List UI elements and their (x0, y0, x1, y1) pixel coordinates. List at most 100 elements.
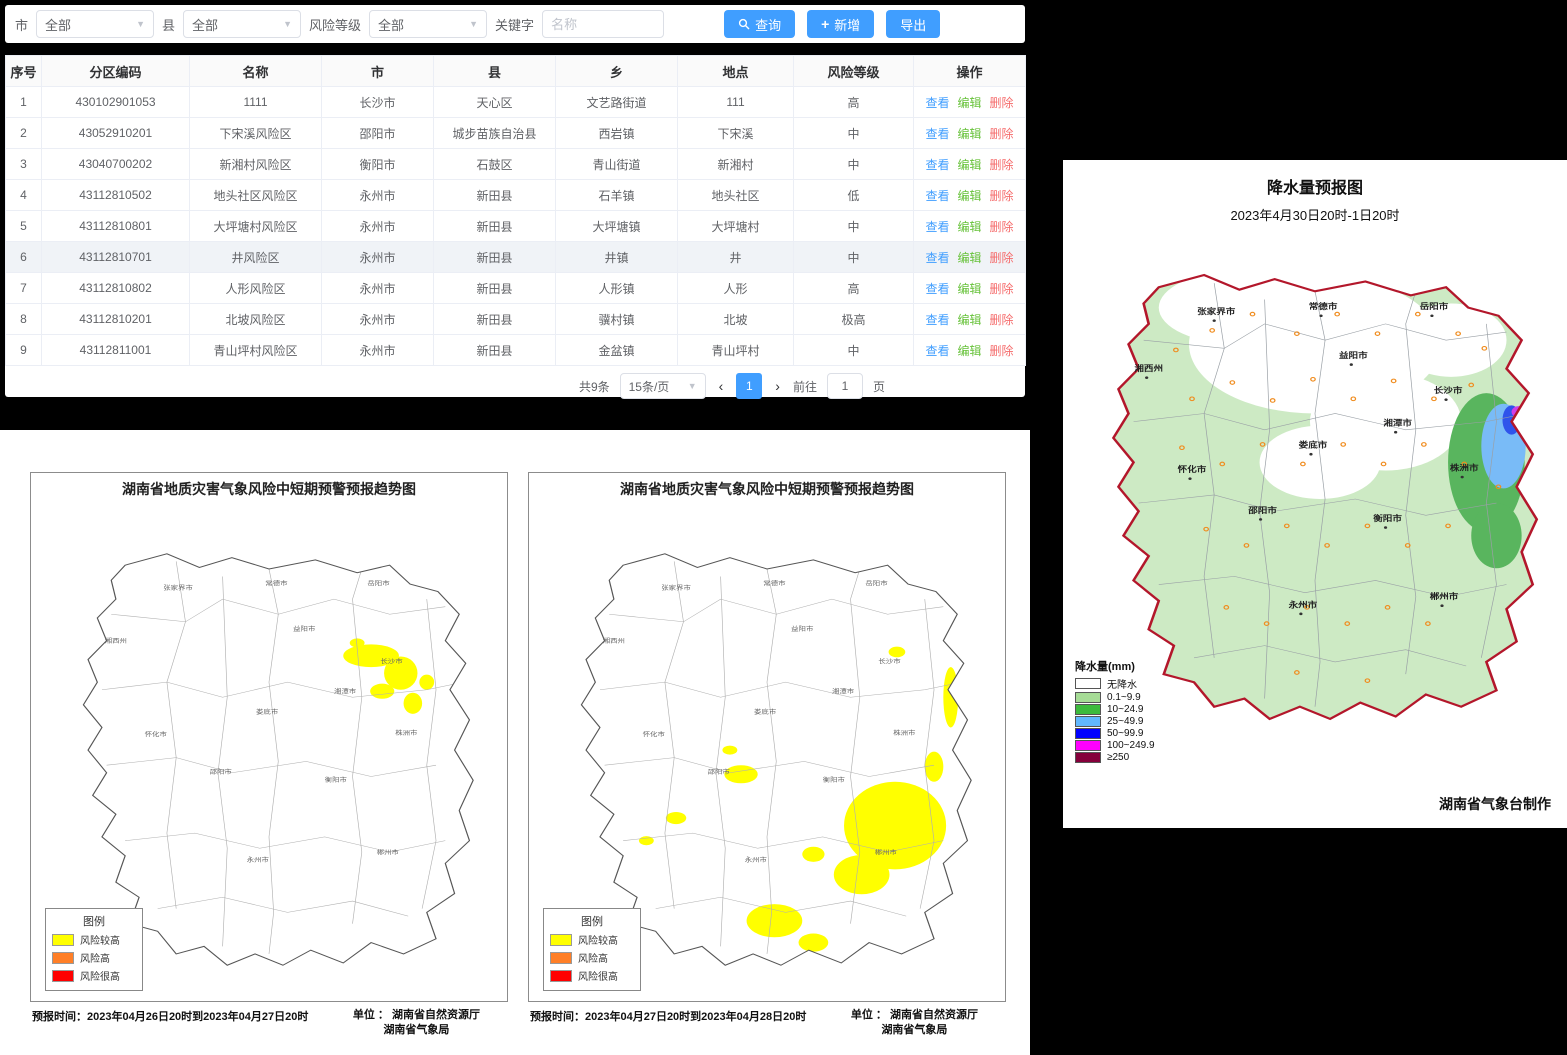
table-cell: 西岩镇 (556, 118, 678, 149)
table-cell: 6 (6, 242, 42, 273)
legend-swatch (1075, 740, 1101, 751)
delete-link[interactable]: 删除 (990, 158, 1014, 172)
legend-label: ≥250 (1107, 752, 1129, 763)
table-cell: 430102901053 (42, 87, 190, 118)
delete-link[interactable]: 删除 (990, 344, 1014, 358)
view-link[interactable]: 查看 (925, 96, 949, 110)
page-number-1[interactable]: 1 (736, 373, 762, 399)
edit-link[interactable]: 编辑 (957, 282, 981, 296)
city-label: 永州市 (1287, 599, 1317, 609)
legend-label: 50~99.9 (1107, 728, 1143, 739)
view-link[interactable]: 查看 (925, 189, 949, 203)
view-link[interactable]: 查看 (925, 344, 949, 358)
view-link[interactable]: 查看 (925, 282, 949, 296)
delete-link[interactable]: 删除 (990, 189, 1014, 203)
city-label: 湘西州 (1134, 363, 1163, 373)
goto-page-input[interactable] (827, 373, 863, 399)
edit-link[interactable]: 编辑 (957, 189, 981, 203)
trend-map-column-1: 湖南省地质灾害气象风险中短期预警预报趋势图 张家界市常德市岳阳市湘西州益阳市长沙… (30, 472, 508, 1038)
legend-swatch (550, 952, 572, 964)
city-filter-label: 市 (15, 15, 28, 34)
table-cell: 永州市 (322, 211, 434, 242)
view-link[interactable]: 查看 (925, 127, 949, 141)
prev-page-button[interactable]: ‹ (716, 378, 727, 394)
edit-link[interactable]: 编辑 (957, 158, 981, 172)
table-cell: 金盆镇 (556, 335, 678, 366)
table-cell: 1111 (190, 87, 322, 118)
table-row: 643112810701井风险区永州市新田县井镇井中查看编辑删除 (6, 242, 1026, 273)
chevron-down-icon: ▼ (283, 19, 292, 29)
edit-link[interactable]: 编辑 (957, 96, 981, 110)
table-row: 14301029010531111长沙市天心区文艺路街道111高查看编辑删除 (6, 87, 1026, 118)
row-actions: 查看编辑删除 (914, 180, 1026, 211)
add-button[interactable]: + 新增 (807, 10, 874, 38)
table-cell: 43112810201 (42, 304, 190, 335)
edit-link[interactable]: 编辑 (957, 313, 981, 327)
row-actions: 查看编辑删除 (914, 149, 1026, 180)
export-button[interactable]: 导出 (886, 10, 940, 38)
edit-link[interactable]: 编辑 (957, 127, 981, 141)
edit-link[interactable]: 编辑 (957, 344, 981, 358)
precip-legend: 降水量(mm) 无降水0.1~9.910~24.925~49.950~99.91… (1075, 658, 1155, 764)
city-label: 株洲市 (893, 729, 915, 737)
search-icon (738, 18, 750, 30)
delete-link[interactable]: 删除 (990, 96, 1014, 110)
legend-item: 风险较高 (52, 932, 136, 947)
legend-label: 25~49.9 (1107, 716, 1143, 727)
legend-item: ≥250 (1075, 752, 1155, 763)
trend-map-column-2: 湖南省地质灾害气象风险中短期预警预报趋势图 张家界市常德市岳阳市湘西州益阳市长沙… (528, 472, 1006, 1038)
table-cell: 大坪塘镇 (556, 211, 678, 242)
delete-link[interactable]: 删除 (990, 313, 1014, 327)
legend-swatch (1075, 704, 1101, 715)
legend-swatch (550, 970, 572, 982)
city-label: 永州市 (247, 856, 269, 864)
legend-label: 0.1~9.9 (1107, 692, 1141, 703)
county-filter-label: 县 (162, 15, 175, 34)
risk-level-select[interactable]: 全部 ▼ (369, 10, 487, 38)
table-cell: 人形镇 (556, 273, 678, 304)
table-cell: 下宋溪风险区 (190, 118, 322, 149)
edit-link[interactable]: 编辑 (957, 220, 981, 234)
table-cell: 地头社区 (678, 180, 794, 211)
trend-map-box-2: 湖南省地质灾害气象风险中短期预警预报趋势图 张家界市常德市岳阳市湘西州益阳市长沙… (528, 472, 1006, 1002)
precip-map-title: 降水量预报图 (1063, 160, 1567, 198)
city-label: 湘潭市 (1383, 418, 1412, 428)
city-select-value: 全部 (45, 15, 71, 34)
legend-item: 风险很高 (52, 968, 136, 983)
keyword-input[interactable] (542, 10, 664, 38)
delete-link[interactable]: 删除 (990, 251, 1014, 265)
view-link[interactable]: 查看 (925, 313, 949, 327)
table-cell: 中 (794, 149, 914, 180)
edit-link[interactable]: 编辑 (957, 251, 981, 265)
delete-link[interactable]: 删除 (990, 127, 1014, 141)
table-row: 943112811001青山坪村风险区永州市新田县金盆镇青山坪村中查看编辑删除 (6, 335, 1026, 366)
city-label: 张家界市 (1197, 306, 1236, 316)
table-cell: 新湘村 (678, 149, 794, 180)
page-size-select[interactable]: 15条/页 ▼ (620, 373, 706, 399)
total-count: 共9条 (579, 378, 610, 395)
next-page-button[interactable]: › (772, 378, 783, 394)
city-label: 湘潭市 (832, 687, 854, 695)
view-link[interactable]: 查看 (925, 220, 949, 234)
table-cell: 大坪塘村 (678, 211, 794, 242)
column-header: 市 (322, 56, 434, 87)
table-cell: 新湘村风险区 (190, 149, 322, 180)
view-link[interactable]: 查看 (925, 251, 949, 265)
county-select[interactable]: 全部 ▼ (183, 10, 301, 38)
search-button[interactable]: 查询 (724, 10, 795, 38)
column-header: 风险等级 (794, 56, 914, 87)
county-select-value: 全部 (192, 15, 218, 34)
city-select[interactable]: 全部 ▼ (36, 10, 154, 38)
table-cell: 永州市 (322, 304, 434, 335)
delete-link[interactable]: 删除 (990, 220, 1014, 234)
delete-link[interactable]: 删除 (990, 282, 1014, 296)
view-link[interactable]: 查看 (925, 158, 949, 172)
table-cell: 长沙市 (322, 87, 434, 118)
city-label: 株洲市 (395, 729, 417, 737)
risk-table: 序号 分区编码 名称 市 县 乡 地点 风险等级 操作 143010290105… (5, 55, 1026, 366)
filter-bar: 市 全部 ▼ 县 全部 ▼ 风险等级 全部 ▼ 关键字 查询 + 新增 导出 (5, 5, 1025, 43)
table-cell: 永州市 (322, 335, 434, 366)
table-cell: 3 (6, 149, 42, 180)
table-row: 443112810502地头社区风险区永州市新田县石羊镇地头社区低查看编辑删除 (6, 180, 1026, 211)
table-cell: 低 (794, 180, 914, 211)
